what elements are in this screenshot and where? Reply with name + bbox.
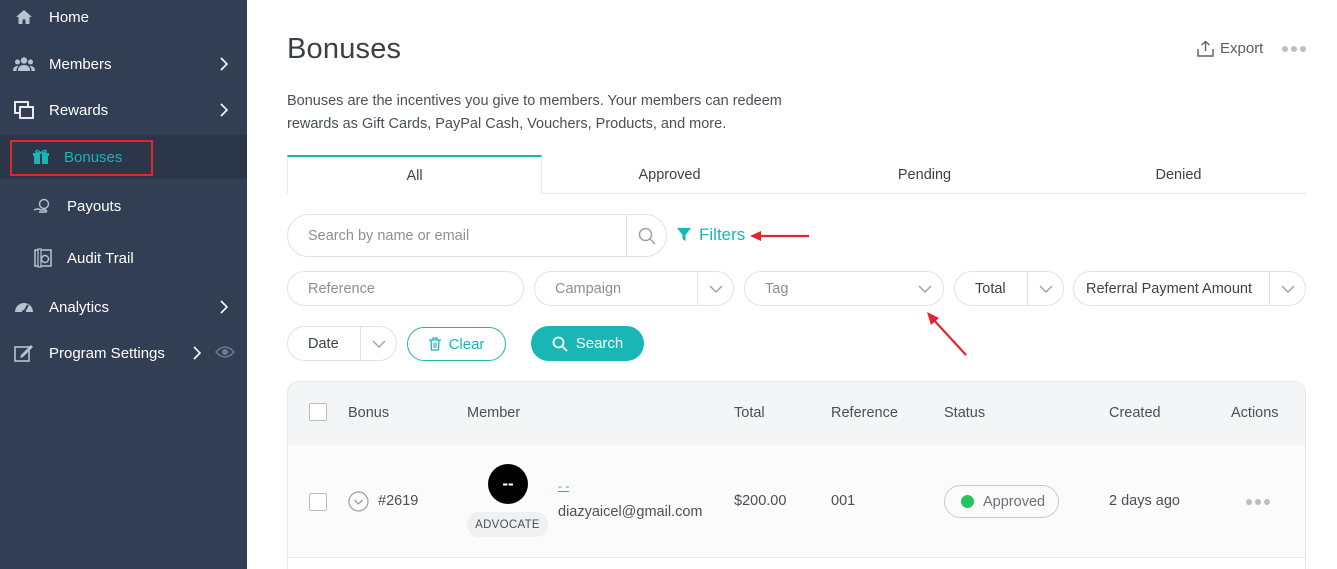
tab-approved[interactable]: Approved <box>542 155 797 194</box>
sidebar-item-analytics[interactable]: Analytics <box>0 287 247 327</box>
export-icon <box>1197 40 1214 57</box>
home-icon <box>13 7 35 27</box>
chevron-right-icon <box>220 57 229 71</box>
chevron-right-icon <box>193 346 202 360</box>
total-select[interactable]: Total <box>954 271 1064 306</box>
chevron-down-icon[interactable] <box>697 272 733 305</box>
campaign-placeholder: Campaign <box>555 280 622 297</box>
column-header-status[interactable]: Status <box>944 405 985 421</box>
sidebar-item-members[interactable]: Members <box>0 44 247 84</box>
table-row[interactable]: #2619 -- ADVOCATE - - diazyaicel@gmail.c… <box>288 445 1305 558</box>
tab-all[interactable]: All <box>287 155 542 194</box>
members-icon <box>13 54 35 74</box>
date-select[interactable]: Date <box>287 326 397 361</box>
trash-icon <box>428 337 441 351</box>
column-header-created[interactable]: Created <box>1109 405 1161 421</box>
search-submit-button[interactable] <box>626 215 666 256</box>
sidebar-item-label: Analytics <box>49 298 110 316</box>
row-actions-icon[interactable] <box>1246 499 1270 505</box>
more-options-icon[interactable] <box>1282 46 1306 52</box>
tag-placeholder: Tag <box>765 280 789 297</box>
sidebar-item-home[interactable]: Home <box>0 0 247 37</box>
filters-toggle[interactable]: Filters <box>677 225 745 245</box>
sidebar-item-program-settings[interactable]: Program Settings <box>0 333 247 373</box>
referral-payment-amount-select[interactable]: Referral Payment Amount <box>1073 271 1306 306</box>
search-input[interactable] <box>288 215 628 256</box>
search-label: Search <box>575 335 624 352</box>
annotation-highlight-box <box>10 140 153 176</box>
reference-placeholder: Reference <box>308 280 375 297</box>
rewards-icon <box>13 100 35 120</box>
column-header-total[interactable]: Total <box>734 405 765 421</box>
audit-trail-icon <box>32 248 54 268</box>
payouts-icon <box>32 196 54 216</box>
tab-denied[interactable]: Denied <box>1051 155 1306 194</box>
chevron-down-icon[interactable] <box>1269 272 1305 305</box>
filters-label: Filters <box>699 225 746 244</box>
column-header-reference[interactable]: Reference <box>831 405 898 421</box>
sidebar-item-label: Program Settings <box>49 344 165 362</box>
chevron-right-icon <box>220 300 229 314</box>
select-all-checkbox[interactable] <box>309 403 327 421</box>
total-label: Total <box>975 280 1006 297</box>
clear-label: Clear <box>448 335 485 353</box>
column-header-member[interactable]: Member <box>467 405 520 421</box>
page-description: Bonuses are the incentives you give to m… <box>287 93 782 132</box>
settings-icon <box>13 343 35 363</box>
sidebar-item-rewards[interactable]: Rewards <box>0 90 247 130</box>
bonus-reference: 001 <box>831 493 856 509</box>
bonus-id[interactable]: #2619 <box>378 493 418 509</box>
arrow-to-tag-dropdown <box>927 312 967 356</box>
table-header: Bonus Member Total Reference Status Crea… <box>288 382 1305 445</box>
chevron-right-icon <box>220 103 229 117</box>
sidebar-item-audit-trail[interactable]: Audit Trail <box>0 238 247 278</box>
search-icon <box>552 336 568 352</box>
export-label: Export <box>1220 40 1264 57</box>
chevron-down-icon[interactable] <box>907 272 943 305</box>
sidebar-item-label: Payouts <box>67 197 122 215</box>
clear-button[interactable]: Clear <box>407 327 506 361</box>
chevron-down-icon[interactable] <box>360 327 396 360</box>
status-dot <box>961 495 974 508</box>
reference-field[interactable]: Reference <box>287 271 524 306</box>
status-label: Approved <box>983 493 1046 510</box>
bonus-total: $200.00 <box>734 493 787 509</box>
tab-pending[interactable]: Pending <box>797 155 1052 194</box>
export-button[interactable]: Export <box>1197 40 1263 57</box>
row-checkbox[interactable] <box>309 493 327 511</box>
sidebar-item-label: Audit Trail <box>67 249 134 267</box>
column-header-bonus[interactable]: Bonus <box>348 405 389 421</box>
search-box <box>287 214 667 257</box>
search-button[interactable]: Search <box>531 326 644 361</box>
column-header-actions: Actions <box>1231 405 1279 421</box>
bonuses-table: Bonus Member Total Reference Status Crea… <box>287 381 1306 569</box>
expand-chevron-icon[interactable] <box>348 491 369 517</box>
sidebar-item-label: Rewards <box>49 101 109 119</box>
sidebar: Home Members Rewards Bonuses Payouts Aud… <box>0 0 247 569</box>
sidebar-item-label: Members <box>49 55 112 73</box>
chevron-down-icon[interactable] <box>1027 272 1063 305</box>
tag-select[interactable]: Tag <box>744 271 944 306</box>
member-role-badge: ADVOCATE <box>467 512 548 537</box>
search-icon <box>638 227 656 245</box>
status-badge[interactable]: Approved <box>944 485 1059 518</box>
member-name-link[interactable]: - - <box>558 479 569 493</box>
eye-icon[interactable] <box>214 345 236 363</box>
sidebar-item-payouts[interactable]: Payouts <box>0 186 247 226</box>
analytics-icon <box>13 297 35 317</box>
date-label: Date <box>308 335 339 352</box>
member-email: diazyaicel@gmail.com <box>558 504 703 520</box>
status-tabs: All Approved Pending Denied <box>287 155 1306 194</box>
arrow-to-filters <box>750 231 809 241</box>
avatar: -- <box>488 464 528 504</box>
created-date: 2 days ago <box>1109 493 1180 509</box>
sidebar-item-label: Home <box>49 8 90 26</box>
campaign-select[interactable]: Campaign <box>534 271 734 306</box>
referral-label: Referral Payment Amount <box>1086 280 1253 297</box>
page-title: Bonuses <box>287 33 402 65</box>
filter-icon <box>677 228 691 241</box>
